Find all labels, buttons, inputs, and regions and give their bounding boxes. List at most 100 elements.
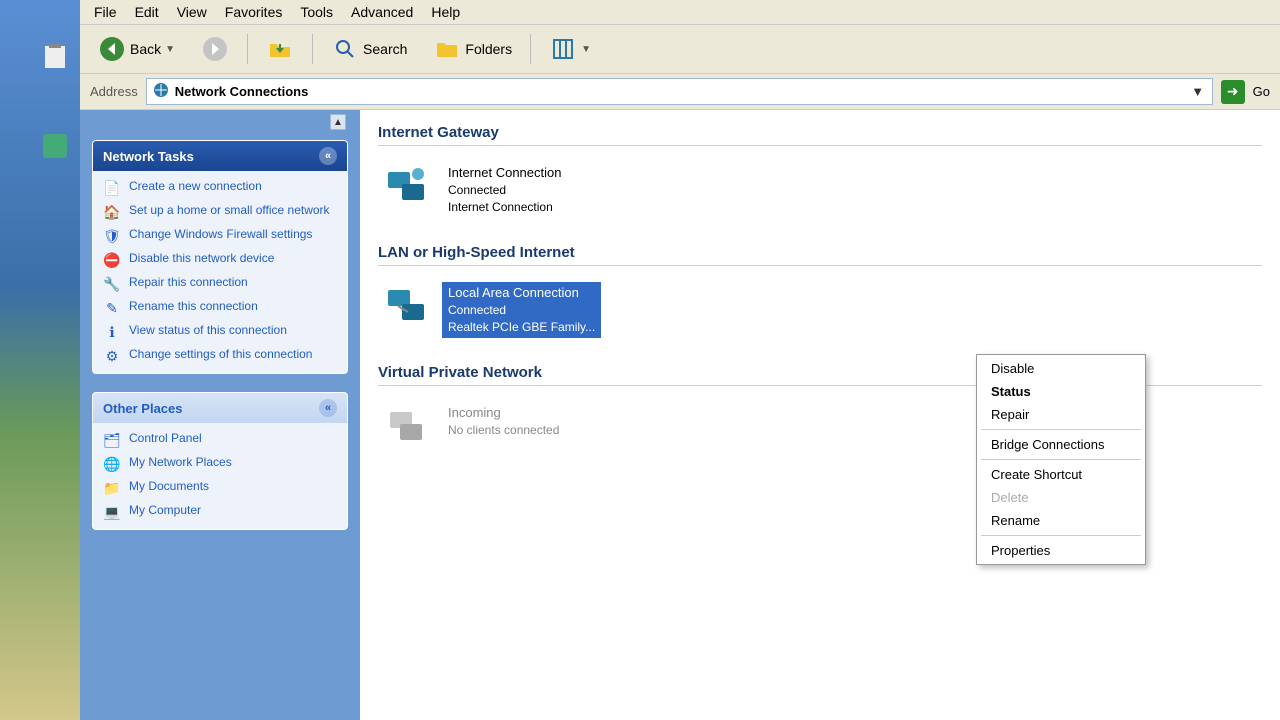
content-area: ▲ Network Tasks « 📄Create a new connecti…: [80, 110, 1280, 720]
connection-name: Local Area Connection: [448, 284, 595, 302]
network-connections-window: File Edit View Favorites Tools Advanced …: [80, 0, 1280, 720]
sidebar: ▲ Network Tasks « 📄Create a new connecti…: [80, 110, 360, 720]
control-panel-icon: 🗂: [103, 431, 121, 449]
views-icon: [549, 35, 577, 63]
connection-status: No clients connected: [448, 422, 559, 439]
menu-file[interactable]: File: [94, 4, 117, 20]
toolbar-separator: [312, 34, 313, 64]
address-dropdown-icon[interactable]: ▼: [1190, 84, 1206, 100]
connection-name: Internet Connection: [448, 164, 561, 182]
vpn-incoming-item[interactable]: Incoming No clients connected: [378, 398, 718, 454]
task-firewall[interactable]: 🛡Change Windows Firewall settings: [103, 227, 337, 245]
toolbar: Back ▼ Search Folders ▼: [80, 25, 1280, 74]
folders-icon: [433, 35, 461, 63]
network-tasks-body: 📄Create a new connection 🏠Set up a home …: [93, 171, 347, 373]
network-places-icon: 🌐: [103, 455, 121, 473]
firewall-icon: 🛡: [103, 227, 121, 245]
context-menu: Disable Status Repair Bridge Connections…: [976, 354, 1146, 565]
other-places-panel: Other Places « 🗂Control Panel 🌐My Networ…: [92, 392, 348, 530]
ctx-separator: [981, 429, 1141, 430]
local-area-connection-item[interactable]: Local Area Connection Connected Realtek …: [378, 278, 718, 342]
disable-icon: ⛔: [103, 251, 121, 269]
task-disable-device[interactable]: ⛔Disable this network device: [103, 251, 337, 269]
views-dropdown-icon: ▼: [581, 44, 591, 55]
collapse-icon[interactable]: «: [319, 399, 337, 417]
address-bar: Address Network Connections ▼ ➜ Go: [80, 74, 1280, 110]
views-button[interactable]: ▼: [541, 31, 599, 67]
other-places-title: Other Places: [103, 401, 183, 416]
network-tasks-header[interactable]: Network Tasks «: [93, 141, 347, 171]
place-network-places[interactable]: 🌐My Network Places: [103, 455, 337, 473]
menu-advanced[interactable]: Advanced: [351, 4, 413, 20]
go-label: Go: [1253, 84, 1270, 99]
back-icon: [98, 35, 126, 63]
collapse-icon[interactable]: «: [319, 147, 337, 165]
ctx-disable[interactable]: Disable: [977, 357, 1145, 380]
task-repair[interactable]: 🔧Repair this connection: [103, 275, 337, 293]
forward-icon: [201, 35, 229, 63]
documents-icon: 📁: [103, 479, 121, 497]
place-my-documents[interactable]: 📁My Documents: [103, 479, 337, 497]
folder-up-icon: [266, 35, 294, 63]
ctx-separator: [981, 459, 1141, 460]
connection-detail: Internet Connection: [448, 199, 561, 216]
menu-help[interactable]: Help: [431, 4, 460, 20]
ctx-repair[interactable]: Repair: [977, 403, 1145, 426]
search-icon: [331, 35, 359, 63]
main-pane: Internet Gateway Internet Connection Con…: [360, 110, 1280, 720]
new-connection-icon: 📄: [103, 179, 121, 197]
ctx-rename[interactable]: Rename: [977, 509, 1145, 532]
ctx-delete[interactable]: Delete: [977, 486, 1145, 509]
menu-view[interactable]: View: [177, 4, 207, 20]
desktop-shortcut-icon[interactable]: [30, 130, 80, 164]
ctx-create-shortcut[interactable]: Create Shortcut: [977, 463, 1145, 486]
internet-connection-item[interactable]: Internet Connection Connected Internet C…: [378, 158, 718, 222]
back-dropdown-icon[interactable]: ▼: [165, 44, 175, 55]
back-button[interactable]: Back ▼: [90, 31, 183, 67]
network-icon: [153, 82, 169, 101]
ctx-status[interactable]: Status: [977, 380, 1145, 403]
settings-icon: ⚙: [103, 347, 121, 365]
task-create-connection[interactable]: 📄Create a new connection: [103, 179, 337, 197]
toolbar-separator: [530, 34, 531, 64]
menu-favorites[interactable]: Favorites: [225, 4, 283, 20]
sidebar-scroll-up[interactable]: ▲: [330, 114, 346, 130]
task-change-settings[interactable]: ⚙Change settings of this connection: [103, 347, 337, 365]
address-label: Address: [90, 84, 138, 99]
task-view-status[interactable]: ℹView status of this connection: [103, 323, 337, 341]
search-label: Search: [363, 41, 407, 57]
lan-connection-icon: [382, 282, 430, 330]
network-setup-icon: 🏠: [103, 203, 121, 221]
menubar: File Edit View Favorites Tools Advanced …: [80, 0, 1280, 25]
forward-button[interactable]: [193, 31, 237, 67]
network-tasks-title: Network Tasks: [103, 149, 194, 164]
back-label: Back: [130, 41, 161, 57]
search-button[interactable]: Search: [323, 31, 415, 67]
menu-tools[interactable]: Tools: [300, 4, 333, 20]
status-icon: ℹ: [103, 323, 121, 341]
computer-icon: 💻: [103, 503, 121, 521]
task-setup-network[interactable]: 🏠Set up a home or small office network: [103, 203, 337, 221]
ctx-properties[interactable]: Properties: [977, 539, 1145, 562]
menu-edit[interactable]: Edit: [135, 4, 159, 20]
folders-label: Folders: [465, 41, 512, 57]
ctx-bridge[interactable]: Bridge Connections: [977, 433, 1145, 456]
task-rename[interactable]: ✎Rename this connection: [103, 299, 337, 317]
go-button[interactable]: ➜: [1221, 80, 1245, 104]
address-field[interactable]: Network Connections ▼: [146, 78, 1213, 105]
network-tasks-panel: Network Tasks « 📄Create a new connection…: [92, 140, 348, 374]
place-control-panel[interactable]: 🗂Control Panel: [103, 431, 337, 449]
folders-button[interactable]: Folders: [425, 31, 520, 67]
up-button[interactable]: [258, 31, 302, 67]
connection-detail: Realtek PCIe GBE Family...: [448, 319, 595, 336]
other-places-header[interactable]: Other Places «: [93, 393, 347, 423]
connection-status: Connected: [448, 182, 561, 199]
connection-name: Incoming: [448, 404, 559, 422]
desktop-recycle-icon[interactable]: [30, 40, 80, 74]
ctx-separator: [981, 535, 1141, 536]
address-text: Network Connections: [175, 84, 309, 99]
place-my-computer[interactable]: 💻My Computer: [103, 503, 337, 521]
other-places-body: 🗂Control Panel 🌐My Network Places 📁My Do…: [93, 423, 347, 529]
group-lan: LAN or High-Speed Internet: [378, 244, 1262, 266]
internet-connection-icon: [382, 162, 430, 210]
